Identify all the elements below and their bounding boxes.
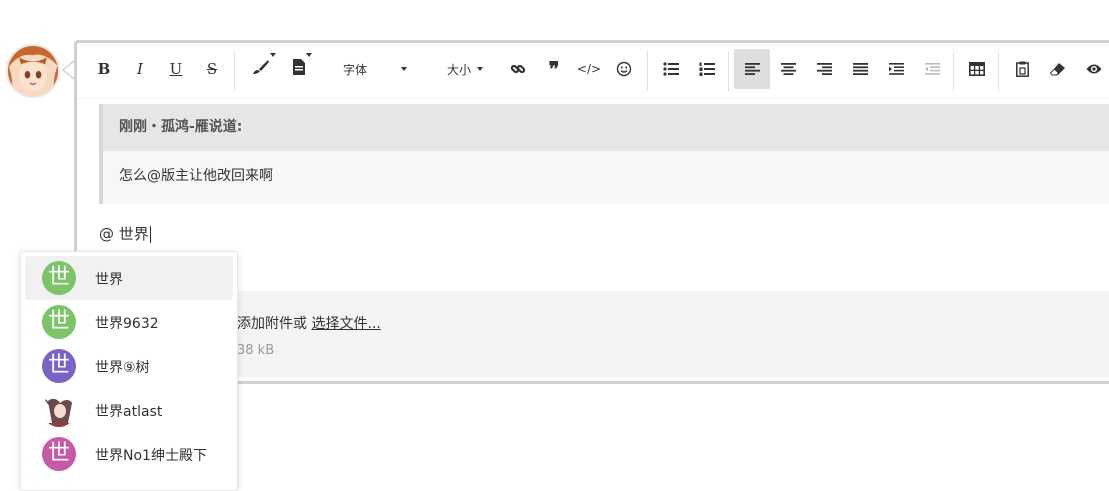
mention-item[interactable]: 世 世界No1绅士殿下: [25, 432, 233, 476]
toolbar-divider: [234, 51, 235, 91]
user-avatar[interactable]: [6, 44, 60, 98]
mention-avatar: 世: [42, 305, 76, 339]
attachment-prompt-text: 添加附件或: [237, 316, 312, 332]
attachment-size-limit: 38 kB: [237, 343, 275, 358]
clipboard-icon: [1015, 61, 1029, 77]
clear-format-button[interactable]: [1045, 49, 1071, 89]
attachment-prompt: 添加附件或 选择文件...: [237, 313, 381, 333]
strikethrough-button[interactable]: S: [199, 49, 225, 89]
indent-button[interactable]: [883, 49, 909, 89]
italic-button[interactable]: I: [127, 49, 153, 89]
table-icon: [969, 62, 985, 76]
preview-button[interactable]: [1081, 49, 1107, 89]
indent-icon: [888, 63, 904, 75]
mention-item[interactable]: 世 世界9632: [25, 300, 233, 344]
code-button[interactable]: </>: [575, 49, 603, 89]
text-cursor: [149, 226, 151, 243]
underline-button[interactable]: U: [163, 49, 189, 89]
align-right-icon: [816, 63, 832, 75]
smiley-icon: [616, 61, 632, 77]
numbered-list-icon: [699, 62, 715, 76]
bulleted-list-button[interactable]: [657, 49, 685, 89]
font-family-label: 字体: [343, 62, 368, 77]
typed-text: @ 世界: [99, 225, 149, 243]
mention-avatar: 世: [42, 349, 76, 383]
insert-table-button[interactable]: [963, 49, 991, 89]
paste-plain-button[interactable]: [1009, 49, 1035, 89]
bubble-arrow: [62, 60, 75, 80]
strikethrough-icon: S: [206, 60, 218, 78]
mention-name: 世界9632: [95, 316, 159, 332]
brush-icon: [252, 53, 276, 79]
quote-body: 怎么@版主让他改回来啊: [103, 151, 1109, 204]
bold-icon: B: [97, 60, 111, 78]
user-avatar-image: [8, 46, 58, 96]
toolbar-divider: [647, 51, 648, 91]
editor-text-input[interactable]: @ 世界: [99, 223, 151, 244]
insert-link-button[interactable]: [505, 49, 531, 89]
editor-toolbar: B I U S 字体 大小 ❞ </>: [77, 43, 1109, 99]
mention-name: 世界atlast: [95, 404, 163, 420]
align-center-button[interactable]: [775, 49, 801, 89]
font-family-select[interactable]: 字体: [327, 49, 417, 89]
quote-header: 刚刚・孤鸿-雁说道:: [103, 104, 1109, 151]
mention-avatar: 世: [42, 261, 76, 295]
attachment-dropzone[interactable]: 添加附件或 选择文件... 38 kB: [99, 291, 1109, 377]
text-color-button[interactable]: [247, 49, 276, 89]
code-icon: </>: [576, 62, 602, 76]
mention-avatar-image: [42, 393, 76, 427]
mention-avatar: [42, 393, 76, 427]
align-left-icon: [744, 63, 760, 75]
blockquote-button[interactable]: ❞: [541, 49, 567, 89]
mention-name: 世界No1绅士殿下: [95, 448, 207, 464]
quote-icon: ❞: [548, 57, 560, 81]
align-right-button[interactable]: [811, 49, 837, 89]
emoji-button[interactable]: [611, 49, 637, 89]
choose-file-link[interactable]: 选择文件...: [311, 316, 380, 332]
eye-icon: [1086, 64, 1102, 74]
toolbar-divider: [953, 51, 954, 91]
mention-item[interactable]: 世界atlast: [25, 388, 233, 432]
chevron-down-icon: [477, 67, 483, 71]
align-left-button[interactable]: [734, 49, 770, 89]
mention-suggestions: 世 世界 世 世界9632 世 世界⑨树 世界atlast 世 世界No1绅士殿…: [20, 251, 238, 491]
mention-item[interactable]: 世 世界⑨树: [25, 344, 233, 388]
font-size-label: 大小: [446, 62, 471, 77]
link-icon: [510, 64, 526, 74]
align-justify-button[interactable]: [847, 49, 873, 89]
numbered-list-button[interactable]: [693, 49, 721, 89]
outdent-button[interactable]: [919, 49, 945, 89]
align-justify-icon: [852, 63, 868, 75]
outdent-icon: [924, 63, 940, 75]
quoted-reply: 刚刚・孤鸿-雁说道: 怎么@版主让他改回来啊: [99, 104, 1109, 204]
toolbar-divider: [728, 51, 729, 91]
paragraph-format-button[interactable]: [285, 49, 313, 89]
mention-name: 世界⑨树: [95, 360, 150, 376]
mention-item[interactable]: 世 世界: [25, 256, 233, 300]
align-center-icon: [780, 63, 796, 75]
eraser-icon: [1050, 63, 1065, 76]
mention-avatar: 世: [42, 437, 76, 471]
bold-button[interactable]: B: [91, 49, 117, 89]
italic-icon: I: [137, 60, 143, 78]
bulleted-list-icon: [663, 62, 679, 76]
underline-icon: U: [169, 60, 183, 78]
mention-name: 世界: [95, 272, 123, 288]
chevron-down-icon: [401, 67, 408, 71]
font-size-select[interactable]: 大小: [437, 49, 493, 89]
document-icon: [292, 53, 312, 79]
toolbar-divider: [998, 51, 999, 91]
